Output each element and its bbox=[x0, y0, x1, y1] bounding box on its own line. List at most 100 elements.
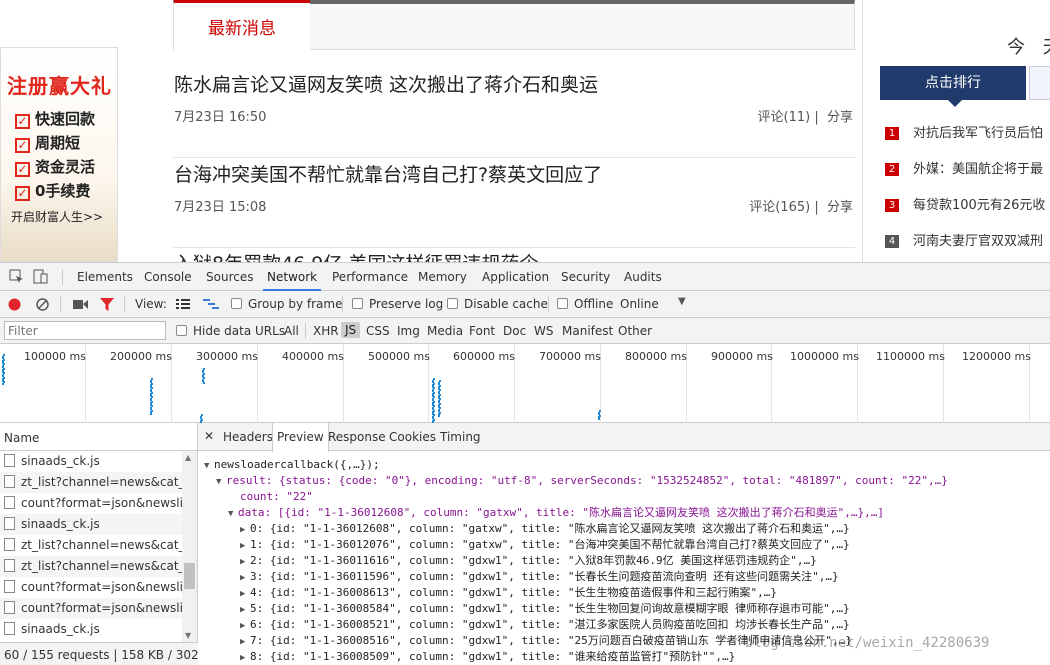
tab-response[interactable]: Response bbox=[324, 423, 390, 451]
filter-type-ws[interactable]: WS bbox=[534, 324, 553, 338]
request-row[interactable]: count?format=json&newslist= bbox=[0, 577, 182, 598]
news-title[interactable]: 入狱8年罚款46.9亿 美国这样惩罚违规药企 bbox=[174, 249, 538, 262]
scrollbar-thumb[interactable] bbox=[184, 563, 195, 589]
news-title[interactable]: 台海冲突美国不帮忙就靠台湾自己打?蔡英文回应了 bbox=[174, 160, 602, 187]
waterfall-view-icon[interactable] bbox=[203, 298, 219, 313]
tree-node-item[interactable]: ▶ 8: {id: "1-1-36008509", column: "gdxw1"… bbox=[240, 649, 735, 665]
clear-icon[interactable] bbox=[36, 298, 49, 314]
filter-input[interactable] bbox=[4, 321, 166, 340]
request-row[interactable]: zt_list?channel=news&cat_1=gatxw bbox=[0, 472, 182, 493]
network-toolbar: View: Group by frame Preserve log Disabl… bbox=[0, 291, 1050, 318]
tab-performance[interactable]: Performance bbox=[332, 270, 408, 284]
tab-timing[interactable]: Timing bbox=[436, 423, 485, 451]
tab-audits[interactable]: Audits bbox=[624, 270, 662, 284]
ad-footer-link[interactable]: 开启财富人生>> bbox=[11, 208, 103, 225]
news-item[interactable]: 台海冲突美国不帮忙就靠台湾自己打?蔡英文回应了 7月23日 15:08 评论(1… bbox=[173, 160, 855, 248]
tree-node-item[interactable]: ▶ 5: {id: "1-1-36008584", column: "gdxw1"… bbox=[240, 601, 850, 617]
group-by-frame-checkbox[interactable]: Group by frame bbox=[231, 297, 342, 311]
ranking-item[interactable]: 4 河南夫妻厅官双双减刑 bbox=[885, 230, 1043, 249]
filter-type-img[interactable]: Img bbox=[397, 324, 420, 338]
tree-node-result[interactable]: ▼ result: {status: {code: "0"}, encoding:… bbox=[216, 473, 948, 489]
comments-link[interactable]: 评论(165) bbox=[749, 200, 810, 215]
comments-link[interactable]: 评论(11) bbox=[758, 110, 811, 125]
hide-data-urls-checkbox[interactable]: Hide data URLs bbox=[176, 324, 285, 338]
timeline-tick-label: 100000 ms bbox=[24, 350, 86, 363]
tab-headers[interactable]: Headers bbox=[219, 423, 277, 451]
ad-line: ✓ 资金灵活 bbox=[15, 156, 95, 177]
tab-cookies[interactable]: Cookies bbox=[385, 423, 440, 451]
news-item[interactable]: 陈水扁言论又逼网友笑喷 这次搬出了蒋介石和奥运 7月23日 16:50 评论(1… bbox=[173, 70, 855, 158]
tree-node-item[interactable]: ▶ 6: {id: "1-1-36008521", column: "gdxw1"… bbox=[240, 617, 850, 633]
scroll-up-icon[interactable]: ▲ bbox=[185, 453, 191, 462]
filter-type-media[interactable]: Media bbox=[427, 324, 463, 338]
filter-type-doc[interactable]: Doc bbox=[503, 324, 526, 338]
request-row[interactable]: count?format=json&newslist= bbox=[0, 598, 182, 619]
offline-checkbox[interactable]: Offline bbox=[557, 297, 613, 311]
filter-type-font[interactable]: Font bbox=[469, 324, 495, 338]
filter-icon[interactable] bbox=[100, 298, 114, 314]
share-link[interactable]: 分享 bbox=[827, 200, 853, 215]
news-item[interactable]: 入狱8年罚款46.9亿 美国这样惩罚违规药企 bbox=[173, 249, 855, 262]
scroll-down-icon[interactable]: ▼ bbox=[185, 631, 191, 640]
ranking-item[interactable]: 3 每贷款100元有26元收 bbox=[885, 194, 1045, 213]
tab-security[interactable]: Security bbox=[561, 270, 610, 284]
expand-arrow-icon: ▶ bbox=[240, 573, 246, 583]
request-marker bbox=[598, 417, 600, 420]
file-icon bbox=[4, 538, 15, 551]
tree-node-item[interactable]: ▶ 0: {id: "1-1-36012608", column: "gatxw"… bbox=[240, 521, 850, 537]
preserve-log-checkbox[interactable]: Preserve log bbox=[352, 297, 443, 311]
tree-node-item[interactable]: ▶ 1: {id: "1-1-36012076", column: "gatxw"… bbox=[240, 537, 850, 553]
ad-banner[interactable]: 注册赢大礼 ✓ 快速回款 ✓ 周期短 ✓ 资金灵活 ✓ 0手续费 开启财富人生>> bbox=[0, 47, 118, 262]
network-status-bar: 60 / 155 requests | 158 KB / 302 KB bbox=[0, 642, 198, 665]
request-row[interactable]: zt_list?channel=news&cat_1=gdxw1 bbox=[0, 556, 182, 577]
filter-type-other[interactable]: Other bbox=[618, 324, 652, 338]
filter-type-xhr[interactable]: XHR bbox=[313, 324, 339, 338]
close-icon[interactable]: ✕ bbox=[204, 429, 214, 443]
disable-cache-checkbox[interactable]: Disable cache bbox=[447, 297, 548, 311]
ranking-item[interactable]: 2 外媒：美国航企将于最 bbox=[885, 158, 1043, 177]
share-link[interactable]: 分享 bbox=[827, 110, 853, 125]
expand-arrow-icon: ▶ bbox=[240, 605, 246, 615]
divider bbox=[60, 296, 61, 312]
request-list-scrollbar[interactable]: ▲ ▼ bbox=[182, 451, 197, 642]
filter-type-manifest[interactable]: Manifest bbox=[562, 324, 613, 338]
request-row[interactable]: count?format=json&newslist= bbox=[0, 493, 182, 514]
tab-preview[interactable]: Preview bbox=[272, 423, 329, 452]
tree-node-item[interactable]: ▶ 2: {id: "1-1-36011616", column: "gdxw1"… bbox=[240, 553, 817, 569]
tab-memory[interactable]: Memory bbox=[418, 270, 467, 284]
request-row[interactable]: sinaads_ck.js bbox=[0, 451, 182, 472]
file-icon bbox=[4, 559, 15, 572]
record-icon[interactable] bbox=[8, 298, 21, 314]
tab-console[interactable]: Console bbox=[144, 270, 192, 284]
filter-type-all[interactable]: All bbox=[284, 324, 299, 338]
click-ranking-tab[interactable]: 点击排行 bbox=[880, 66, 1026, 107]
ranking-item[interactable]: 1 对抗后我军飞行员后怕 bbox=[885, 122, 1043, 141]
tab-network[interactable]: Network bbox=[262, 270, 322, 291]
filter-type-css[interactable]: CSS bbox=[366, 324, 390, 338]
screenshot-icon[interactable] bbox=[73, 299, 88, 313]
device-toggle-icon[interactable] bbox=[33, 269, 49, 284]
news-title[interactable]: 陈水扁言论又逼网友笑喷 这次搬出了蒋介石和奥运 bbox=[174, 70, 598, 97]
request-row[interactable]: zt_list?channel=news&cat_1=gdxw1 bbox=[0, 535, 182, 556]
tree-node-item[interactable]: ▶ 3: {id: "1-1-36011596", column: "gdxw1"… bbox=[240, 569, 839, 585]
tree-node-item[interactable]: ▶ 4: {id: "1-1-36008613", column: "gdxw1"… bbox=[240, 585, 777, 601]
list-view-icon[interactable] bbox=[176, 298, 190, 313]
tab-sources[interactable]: Sources bbox=[206, 270, 253, 284]
request-row[interactable]: sinaads_ck.js bbox=[0, 619, 182, 641]
name-column-header[interactable]: Name bbox=[0, 423, 198, 451]
request-row[interactable]: sinaads_ck.js bbox=[0, 514, 182, 535]
chevron-down-icon[interactable]: ▼ bbox=[678, 296, 686, 307]
filter-type-js[interactable]: JS bbox=[341, 322, 361, 338]
network-overview-timeline[interactable]: 100000 ms 200000 ms 300000 ms 400000 ms … bbox=[0, 344, 1050, 427]
tab-latest-news[interactable]: 最新消息 bbox=[174, 0, 310, 50]
tab-application[interactable]: Application bbox=[482, 270, 549, 284]
throttling-select[interactable]: Online bbox=[620, 297, 659, 311]
timeline-tick-label: 400000 ms bbox=[282, 350, 344, 363]
today-label: 今 天 bbox=[1007, 37, 1050, 58]
ranking-tab-secondary[interactable] bbox=[1029, 66, 1050, 100]
inspect-icon[interactable] bbox=[9, 269, 25, 284]
tree-node-root[interactable]: ▼ newsloadercallback({,…}); bbox=[204, 457, 380, 473]
timeline-tick-label: 1200000 ms bbox=[962, 350, 1031, 363]
tab-elements[interactable]: Elements bbox=[77, 270, 133, 284]
tree-node-data[interactable]: ▼ data: [{id: "1-1-36012608", column: "ga… bbox=[228, 505, 884, 521]
